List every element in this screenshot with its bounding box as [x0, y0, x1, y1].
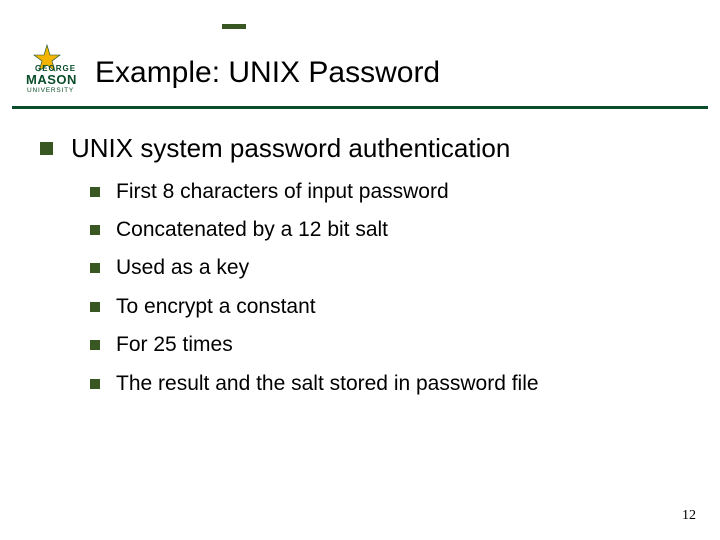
slide: GEORGE MASON UNIVERSITY Example: UNIX Pa…	[0, 0, 720, 540]
logo-text-university: UNIVERSITY	[27, 87, 74, 94]
level2-text: For 25 times	[116, 331, 233, 359]
level2-item: Used as a key	[90, 254, 680, 282]
top-dash-decoration	[222, 24, 246, 29]
slide-title: Example: UNIX Password	[95, 56, 440, 90]
level2-list: First 8 characters of input password Con…	[90, 178, 680, 398]
level2-text: To encrypt a constant	[116, 293, 316, 321]
level2-text: First 8 characters of input password	[116, 178, 449, 206]
level2-item: For 25 times	[90, 331, 680, 359]
level2-item: The result and the salt stored in passwo…	[90, 370, 680, 398]
level2-text: Concatenated by a 12 bit salt	[116, 216, 388, 244]
page-number: 12	[682, 508, 696, 524]
level2-text: Used as a key	[116, 254, 249, 282]
level2-item: First 8 characters of input password	[90, 178, 680, 206]
title-underline	[12, 106, 708, 109]
square-bullet-icon	[40, 142, 53, 155]
square-bullet-icon	[90, 187, 100, 197]
slide-body: UNIX system password authentication Firs…	[40, 132, 680, 408]
gmu-logo: GEORGE MASON UNIVERSITY	[12, 44, 86, 106]
square-bullet-icon	[90, 263, 100, 273]
square-bullet-icon	[90, 340, 100, 350]
square-bullet-icon	[90, 302, 100, 312]
level2-item: To encrypt a constant	[90, 293, 680, 321]
square-bullet-icon	[90, 379, 100, 389]
level1-item: UNIX system password authentication	[40, 132, 680, 166]
level2-item: Concatenated by a 12 bit salt	[90, 216, 680, 244]
level2-text: The result and the salt stored in passwo…	[116, 370, 539, 398]
square-bullet-icon	[90, 225, 100, 235]
level1-text: UNIX system password authentication	[71, 132, 510, 166]
logo-text-mason: MASON	[26, 72, 77, 87]
